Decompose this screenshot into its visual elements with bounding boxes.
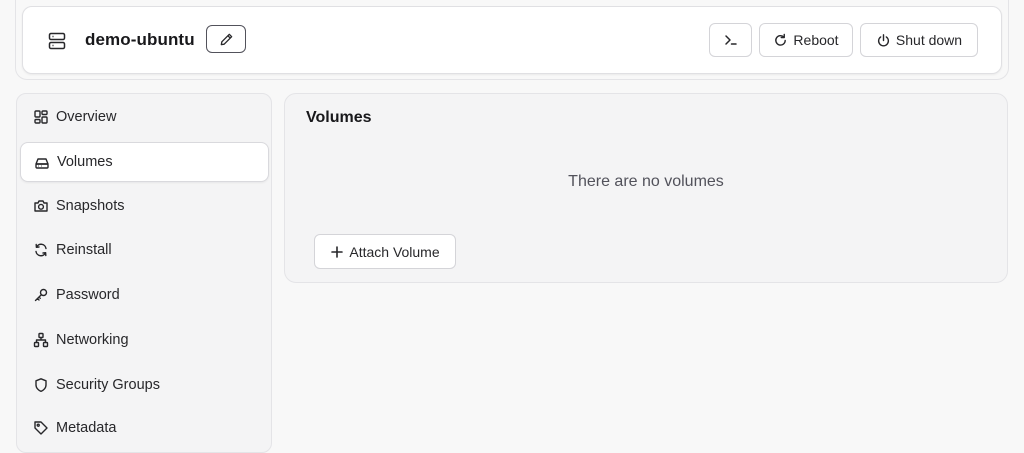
server-header: demo-ubuntu Reboot Shut down <box>22 6 1002 74</box>
camera-icon <box>33 198 49 214</box>
rotate-icon <box>773 33 788 48</box>
panel-title: Volumes <box>306 109 372 126</box>
sidebar-item-label: Overview <box>56 109 117 125</box>
drive-icon <box>34 155 50 171</box>
power-icon <box>876 33 891 48</box>
sidebar-item-label: Metadata <box>56 420 117 436</box>
sidebar-item-reinstall[interactable]: Reinstall <box>20 230 269 270</box>
sidebar-item-snapshots[interactable]: Snapshots <box>20 186 269 226</box>
sidebar: Overview Volumes Snapshots Reinstall Pas… <box>16 93 272 453</box>
volumes-panel: Volumes There are no volumes Attach Volu… <box>284 93 1008 283</box>
overview-icon <box>33 109 49 125</box>
terminal-icon <box>723 32 739 48</box>
attach-volume-label: Attach Volume <box>349 243 440 260</box>
sidebar-item-overview[interactable]: Overview <box>20 97 269 137</box>
key-icon <box>33 287 49 303</box>
sidebar-item-label: Security Groups <box>56 377 160 393</box>
pencil-icon <box>219 32 234 47</box>
sidebar-item-label: Password <box>56 287 120 303</box>
empty-state-message: There are no volumes <box>568 173 724 190</box>
sidebar-item-label: Reinstall <box>56 242 112 258</box>
reboot-button[interactable]: Reboot <box>759 23 853 57</box>
server-name: demo-ubuntu <box>85 30 195 49</box>
console-button[interactable] <box>709 23 752 57</box>
network-icon <box>33 332 49 348</box>
sidebar-item-security-groups[interactable]: Security Groups <box>20 365 269 405</box>
shield-icon <box>33 377 49 393</box>
shutdown-button[interactable]: Shut down <box>860 23 978 57</box>
reboot-label: Reboot <box>793 32 839 48</box>
attach-volume-button[interactable]: Attach Volume <box>314 234 456 269</box>
tag-icon <box>33 420 49 436</box>
sidebar-item-label: Snapshots <box>56 198 125 214</box>
sidebar-item-label: Networking <box>56 332 129 348</box>
refresh-icon <box>33 242 49 258</box>
shutdown-label: Shut down <box>895 32 963 48</box>
server-icon <box>47 31 67 51</box>
edit-name-button[interactable] <box>206 25 246 53</box>
sidebar-item-password[interactable]: Password <box>20 275 269 315</box>
sidebar-item-label: Volumes <box>57 154 113 170</box>
sidebar-item-metadata[interactable]: Metadata <box>20 408 269 448</box>
plus-icon <box>330 245 344 259</box>
sidebar-item-networking[interactable]: Networking <box>20 320 269 360</box>
sidebar-item-volumes[interactable]: Volumes <box>20 142 269 182</box>
